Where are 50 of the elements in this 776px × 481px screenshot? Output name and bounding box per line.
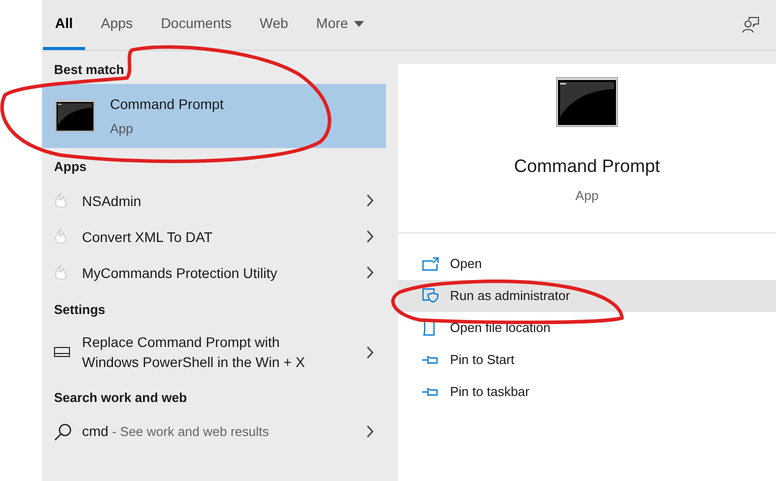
chevron-right-icon [366,425,374,438]
chevron-right-icon [366,346,374,358]
best-match-item[interactable]: Command Prompt App [42,84,386,148]
pin-icon [422,386,438,396]
item-subtitle: App [110,120,134,138]
filter-tab[interactable]: More [316,0,364,50]
flame-icon [54,192,68,210]
terminal-icon [556,77,618,127]
pin-icon [422,354,438,364]
flame-icon [54,264,68,282]
filter-tab[interactable]: All [43,0,85,50]
open-window-icon [422,256,439,270]
result-item[interactable]: NSAdmin [42,182,386,218]
detail-subtitle: App [575,187,599,205]
item-title: Command Prompt [110,94,224,114]
section-heading: Search work and web [53,389,188,407]
chevron-right-icon [366,194,374,207]
chevron-right-icon [366,266,374,279]
search-icon [54,422,72,440]
result-item[interactable]: cmd - See work and web results [42,414,386,450]
action-item[interactable]: Open [398,248,776,280]
folder-icon [422,319,436,336]
action-label: Pin to Start [450,350,514,369]
shield-icon [422,288,439,303]
filter-tab[interactable]: Documents [160,0,232,50]
action-label: Open [450,254,482,273]
terminal-icon [54,100,96,132]
action-item[interactable]: Pin to Start [398,344,776,376]
display-icon [54,347,70,357]
detail-title: Command Prompt [514,155,660,178]
item-label: MyCommands Protection Utility [82,264,278,282]
filter-tab[interactable]: Apps [100,0,133,50]
section-heading: Best match [53,61,126,79]
item-label: cmd - See work and web results [82,422,270,441]
action-label: Run as administrator [450,286,570,305]
filter-tab[interactable]: Web [260,0,288,50]
action-label: Pin to taskbar [450,382,530,401]
item-label: Convert XML To DAT [82,228,214,246]
result-item[interactable]: MyCommands Protection Utility [42,254,386,290]
result-item[interactable]: Replace Command Prompt with Windows PowerShell in the Win + X [42,325,386,379]
item-label: Replace Command Prompt with Windows PowerShell in the Win + X [82,333,306,372]
person-speech-icon [742,17,758,33]
flame-icon [54,228,68,246]
chevron-right-icon [366,230,374,243]
action-item[interactable]: Pin to taskbar [398,376,776,408]
action-item[interactable]: Run as administrator [398,280,776,312]
item-label: NSAdmin [82,192,142,210]
section-heading: Apps [53,158,88,176]
result-item[interactable]: Convert XML To DAT [42,218,386,254]
section-heading: Settings [53,300,106,319]
